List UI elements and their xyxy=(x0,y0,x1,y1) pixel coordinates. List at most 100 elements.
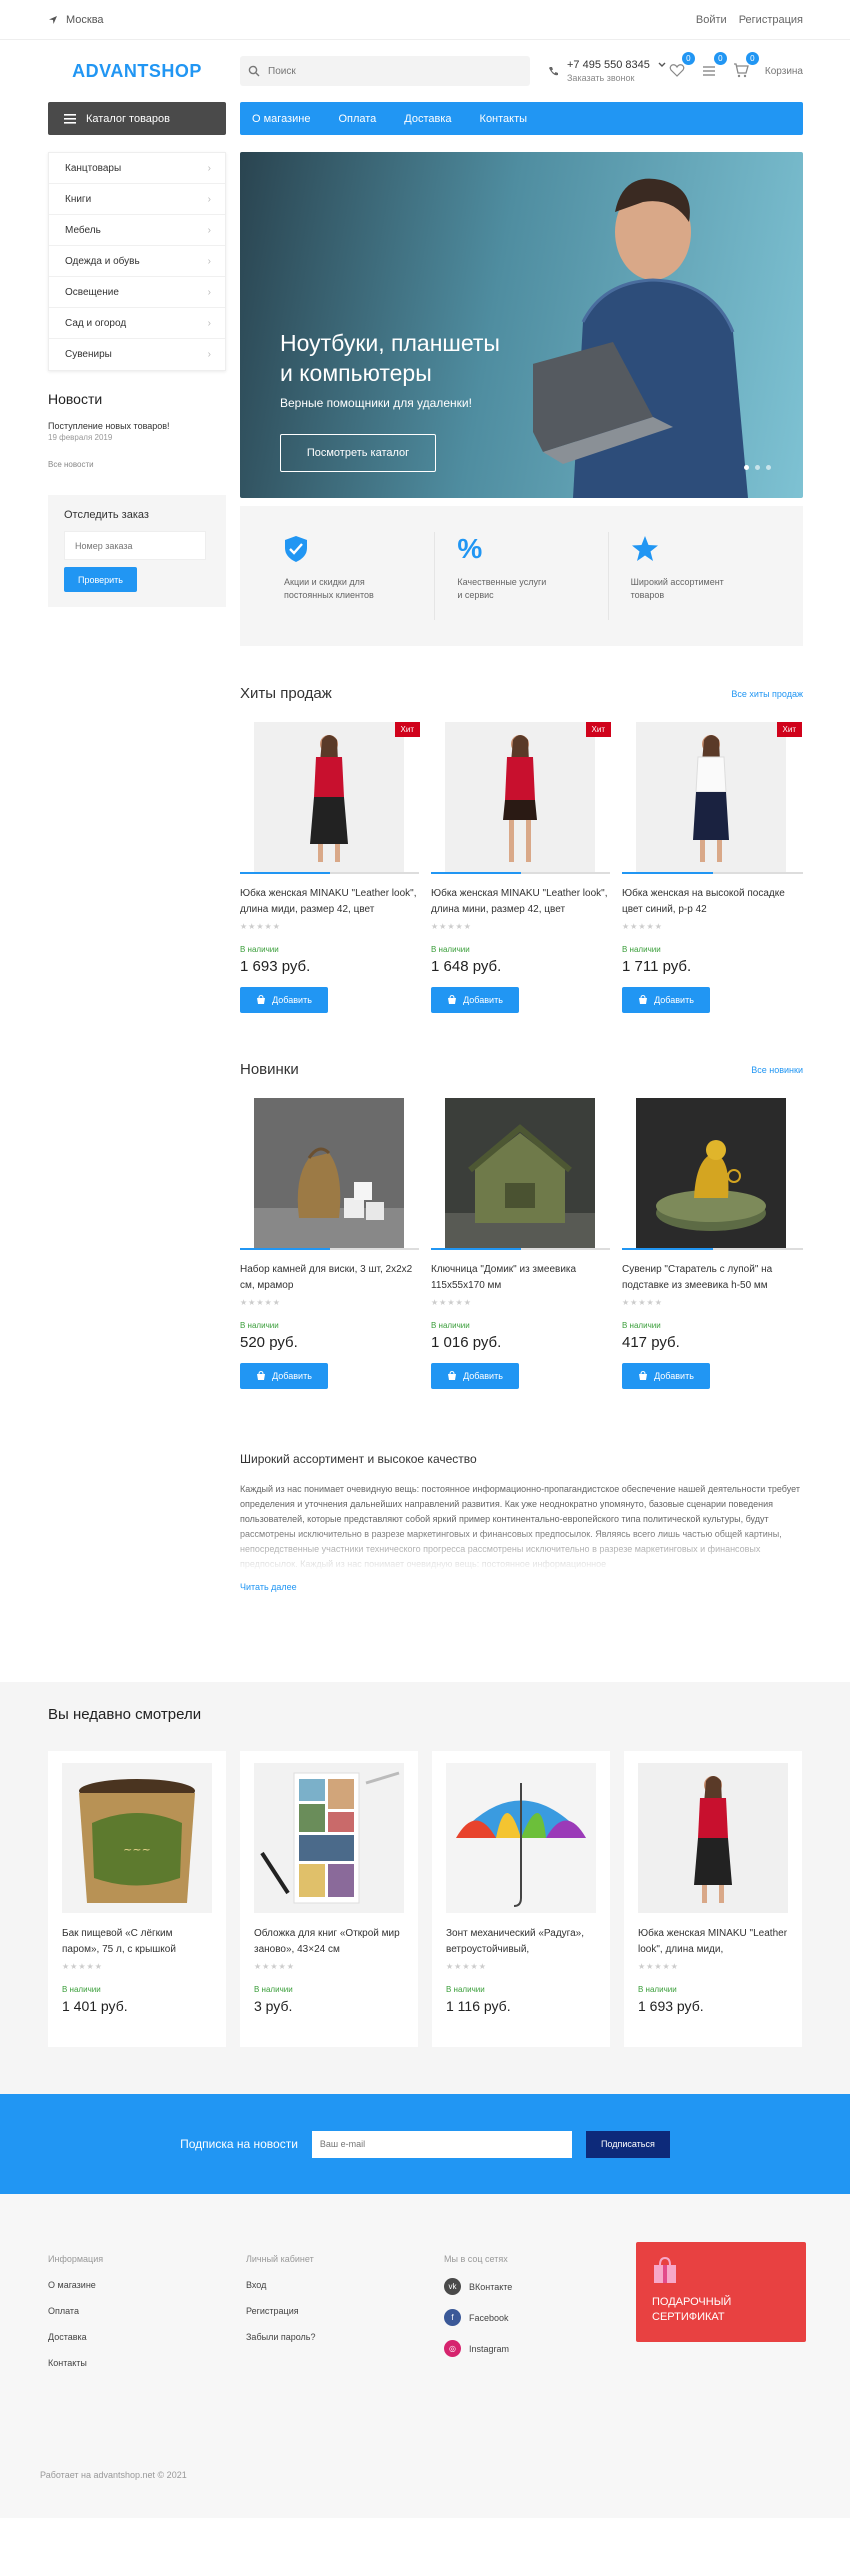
compare-button[interactable]: 0 xyxy=(701,52,727,80)
product-name[interactable]: Юбка женская MINAKU "Leather look", длин… xyxy=(431,886,610,918)
search-box xyxy=(240,56,530,86)
feature-text-line2: постоянных клиентов xyxy=(284,590,374,600)
all-new-arrivals-link[interactable]: Все новинки xyxy=(751,1065,803,1075)
product-image[interactable] xyxy=(446,1763,596,1913)
add-to-cart-button[interactable]: Добавить xyxy=(622,987,710,1013)
footer-link[interactable]: Доставка xyxy=(48,2332,246,2342)
product-name[interactable]: Юбка женская MINAKU "Leather look", длин… xyxy=(240,886,419,918)
product-image[interactable] xyxy=(636,1098,786,1248)
product-price: 520 руб. xyxy=(240,1334,298,1351)
wishlist-button[interactable]: 0 xyxy=(669,52,695,80)
subscribe-button[interactable]: Подписаться xyxy=(585,2130,670,2158)
image-divider xyxy=(622,1248,803,1250)
footer-column-title: Личный кабинет xyxy=(246,2254,314,2264)
product-name[interactable]: Зонт механический «Радуга», ветроустойчи… xyxy=(446,1926,596,1958)
hero-banner[interactable]: Ноутбуки, планшеты и компьютеры Верные п… xyxy=(240,152,803,498)
category-item[interactable]: Книги › xyxy=(49,184,225,215)
social-link-facebook[interactable]: f Facebook xyxy=(444,2309,642,2326)
add-to-cart-button[interactable]: Добавить xyxy=(431,1363,519,1389)
footer-link[interactable]: О магазине xyxy=(48,2280,246,2290)
hit-badge: Хит xyxy=(585,722,611,737)
product-image[interactable]: Хит xyxy=(636,722,802,872)
add-to-cart-button[interactable]: Добавить xyxy=(240,1363,328,1389)
product-image[interactable]: Хит xyxy=(445,722,611,872)
product-name[interactable]: Бак пищевой «С лёгким паром», 75 л, с кр… xyxy=(62,1926,212,1958)
product-name[interactable]: Юбка женская MINAKU "Leather look", длин… xyxy=(638,1926,788,1958)
search-input[interactable] xyxy=(268,65,508,77)
product-name[interactable]: Набор камней для виски, 3 шт, 2х2х2 см, … xyxy=(240,1262,419,1294)
phone-number[interactable]: +7 495 550 8345 xyxy=(567,59,650,71)
footer-link[interactable]: Забыли пароль? xyxy=(246,2332,444,2342)
availability-label: В наличии xyxy=(254,1985,293,1994)
social-link-instagram[interactable]: ◎ Instagram xyxy=(444,2340,642,2357)
cart-button[interactable]: 0 xyxy=(733,52,759,80)
feature-item: Широкий ассортимент товаров xyxy=(609,532,781,620)
category-label: Мебель xyxy=(65,224,101,236)
product-image[interactable] xyxy=(638,1763,788,1913)
chevron-right-icon: › xyxy=(207,224,211,236)
footer-column-title: Информация xyxy=(48,2254,104,2264)
news-item-link[interactable]: Поступление новых товаров! xyxy=(48,421,226,431)
product-image[interactable] xyxy=(445,1098,595,1248)
catalog-button[interactable]: Каталог товаров xyxy=(48,102,226,135)
check-order-button[interactable]: Проверить xyxy=(64,567,137,592)
read-more-link[interactable]: Читать далее xyxy=(240,1582,803,1592)
nav-link-about[interactable]: О магазине xyxy=(252,113,310,125)
product-name[interactable]: Обложка для книг «Открой мир заново», 43… xyxy=(254,1926,404,1958)
carousel-dot[interactable] xyxy=(744,465,749,470)
cart-label[interactable]: Корзина xyxy=(765,66,803,77)
category-item[interactable]: Канцтовары › xyxy=(49,153,225,184)
all-news-link[interactable]: Все новости xyxy=(48,460,226,469)
register-link[interactable]: Регистрация xyxy=(739,14,803,26)
category-item[interactable]: Сувениры › xyxy=(49,339,225,370)
footer-link[interactable]: Регистрация xyxy=(246,2306,444,2316)
image-divider xyxy=(431,872,610,874)
logo[interactable]: ADVANTSHOP xyxy=(48,61,226,82)
product-image[interactable] xyxy=(254,1763,404,1913)
view-catalog-button[interactable]: Посмотреть каталог xyxy=(280,434,436,472)
footer-account-column: Личный кабинет Вход Регистрация Забыли п… xyxy=(246,2254,444,2368)
social-label: ВКонтакте xyxy=(469,2281,513,2292)
city-selector[interactable]: Москва xyxy=(48,14,104,26)
chevron-down-icon[interactable] xyxy=(658,62,666,68)
order-number-input[interactable] xyxy=(64,531,206,560)
login-link[interactable]: Войти xyxy=(696,14,727,26)
nav-link-delivery[interactable]: Доставка xyxy=(404,113,451,125)
gift-certificate-banner[interactable]: ПОДАРОЧНЫЙ СЕРТИФИКАТ xyxy=(636,2242,806,2342)
add-to-cart-label: Добавить xyxy=(272,995,312,1005)
carousel-dot[interactable] xyxy=(766,465,771,470)
feature-item: Акции и скидки для постоянных клиентов xyxy=(262,532,436,620)
social-link-vk[interactable]: vk ВКонтакте xyxy=(444,2278,642,2295)
nav-link-contacts[interactable]: Контакты xyxy=(480,113,528,125)
category-item[interactable]: Одежда и обувь › xyxy=(49,246,225,277)
nav-link-payment[interactable]: Оплата xyxy=(338,113,376,125)
category-item[interactable]: Освещение › xyxy=(49,277,225,308)
product-image[interactable] xyxy=(254,1098,404,1248)
email-field[interactable] xyxy=(311,2130,572,2158)
cart-count-badge: 0 xyxy=(745,52,759,65)
category-item[interactable]: Мебель › xyxy=(49,215,225,246)
product-name[interactable]: Юбка женская на высокой посадке цвет син… xyxy=(622,886,803,918)
footer-link[interactable]: Вход xyxy=(246,2280,444,2290)
location-arrow-icon xyxy=(49,16,57,24)
compare-count-badge: 0 xyxy=(713,52,727,65)
callback-link[interactable]: Заказать звонок xyxy=(567,73,666,83)
add-to-cart-button[interactable]: Добавить xyxy=(240,987,328,1013)
availability-label: В наличии xyxy=(638,1985,677,1994)
search-icon[interactable] xyxy=(248,65,260,77)
product-image[interactable]: Хит xyxy=(254,722,420,872)
all-bestsellers-link[interactable]: Все хиты продаж xyxy=(731,689,803,699)
carousel-dot[interactable] xyxy=(755,465,760,470)
chevron-right-icon: › xyxy=(207,255,211,267)
rating-stars: ★★★★★ xyxy=(622,922,663,931)
footer-info-column: Информация О магазине Оплата Доставка Ко… xyxy=(48,2254,246,2368)
footer-link[interactable]: Контакты xyxy=(48,2358,246,2368)
add-to-cart-button[interactable]: Добавить xyxy=(431,987,519,1013)
footer-column-title: Мы в соц сетях xyxy=(444,2254,508,2264)
product-image[interactable]: ~~~ xyxy=(62,1763,212,1913)
product-name[interactable]: Ключница "Домик" из змеевика 115х55х170 … xyxy=(431,1262,610,1294)
category-item[interactable]: Сад и огород › xyxy=(49,308,225,339)
product-name[interactable]: Сувенир "Старатель с лупой" на подставке… xyxy=(622,1262,803,1294)
add-to-cart-button[interactable]: Добавить xyxy=(622,1363,710,1389)
footer-link[interactable]: Оплата xyxy=(48,2306,246,2316)
